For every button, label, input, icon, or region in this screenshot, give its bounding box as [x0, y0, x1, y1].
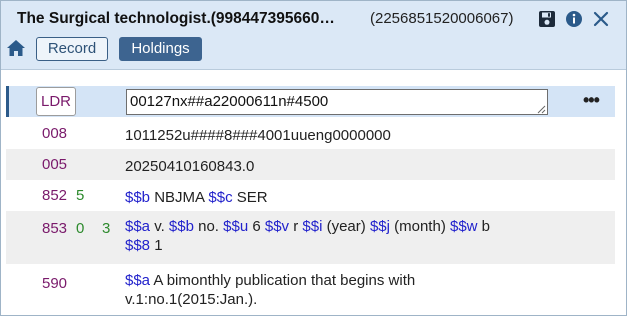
- subfield-code: $$u: [223, 218, 249, 235]
- subfield-value: v.: [150, 218, 169, 235]
- subfield-code: $$a: [125, 218, 151, 235]
- more-options-icon[interactable]: •••: [583, 91, 600, 109]
- field-tag: 853: [42, 220, 68, 237]
- subfield-value: A bimonthly publication that begins with…: [125, 272, 416, 308]
- subfield-code: $$c: [208, 189, 233, 206]
- field-tag: 590: [42, 275, 68, 292]
- subfield-value: no.: [193, 218, 224, 235]
- subfield-code: $$w: [449, 218, 478, 235]
- field-row-590[interactable]: 590 $$a A bimonthly publication that beg…: [6, 264, 615, 310]
- field-row-ldr[interactable]: LDR 00127nx##a22000611n#4500 •••: [6, 86, 615, 117]
- field-content[interactable]: 20250410160843.0: [125, 157, 545, 176]
- subfield-code: $$8: [125, 237, 151, 254]
- subfield-code: $$i: [302, 218, 323, 235]
- panel-header: The Surgical technologist.(998447395660……: [1, 1, 626, 70]
- subfield-value: 6: [248, 218, 265, 235]
- marc-field-list: LDR 00127nx##a22000611n#4500 ••• 008 101…: [6, 86, 615, 310]
- field-tag: 008: [42, 125, 68, 142]
- field-indicator-1: 5: [76, 187, 85, 204]
- subfield-value: 1: [150, 237, 163, 254]
- subfield-code: $$v: [264, 218, 290, 235]
- field-row-853[interactable]: 853 0 3 $$a v. $$b no. $$u 6 $$v r $$i (…: [6, 211, 615, 264]
- record-title: The Surgical technologist.(998447395660…: [17, 10, 335, 27]
- field-content[interactable]: $$b NBJMA $$c SER: [125, 188, 545, 207]
- subfield-value: r: [289, 218, 303, 235]
- tab-holdings[interactable]: Holdings: [119, 37, 202, 61]
- subfield-value: (month): [389, 218, 450, 235]
- field-content[interactable]: 1011252u####8###4001uueng0000000: [125, 126, 545, 145]
- field-row-008[interactable]: 008 1011252u####8###4001uueng0000000: [6, 117, 615, 149]
- marc-editor-panel: The Surgical technologist.(998447395660……: [0, 0, 627, 316]
- subfield-value: b: [477, 218, 491, 235]
- close-icon[interactable]: [591, 9, 611, 29]
- save-icon[interactable]: [537, 9, 557, 29]
- home-icon[interactable]: [6, 38, 26, 58]
- field-content[interactable]: $$a A bimonthly publication that begins …: [125, 271, 485, 309]
- subfield-code: $$b: [125, 189, 151, 206]
- ldr-tag-button[interactable]: LDR: [36, 87, 76, 116]
- field-content[interactable]: $$a v. $$b no. $$u 6 $$v r $$i (year) $$…: [125, 217, 545, 255]
- field-indicator-2: 3: [102, 220, 111, 237]
- record-id: (2256851520006067): [370, 10, 514, 27]
- subfield-value: (year): [322, 218, 370, 235]
- subfield-code: $$b: [168, 218, 194, 235]
- subfield-value: SER: [232, 189, 268, 206]
- field-row-852[interactable]: 852 5 $$b NBJMA $$c SER: [6, 180, 615, 211]
- subfield-code: $$a: [125, 272, 151, 289]
- field-tag: 005: [42, 156, 68, 173]
- field-indicator-1: 0: [76, 220, 85, 237]
- info-icon[interactable]: [564, 9, 584, 29]
- tab-record[interactable]: Record: [36, 37, 108, 61]
- field-row-005[interactable]: 005 20250410160843.0: [6, 149, 615, 180]
- field-tag: 852: [42, 187, 68, 204]
- ldr-value-input[interactable]: 00127nx##a22000611n#4500: [126, 89, 548, 115]
- subfield-code: $$j: [369, 218, 390, 235]
- resize-grip-icon[interactable]: [537, 105, 546, 114]
- subfield-value: NBJMA: [150, 189, 209, 206]
